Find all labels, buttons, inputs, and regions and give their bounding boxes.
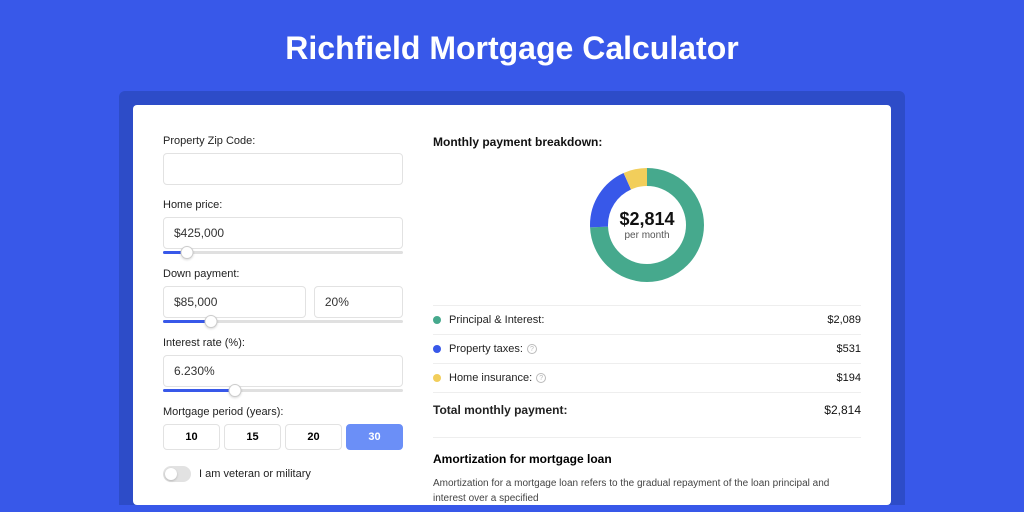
slider-thumb-icon[interactable] xyxy=(205,315,218,328)
legend-label: Home insurance: ? xyxy=(449,372,837,384)
down-payment-label: Down payment: xyxy=(163,268,403,280)
dot-icon xyxy=(433,316,441,324)
legend-value: $194 xyxy=(837,372,861,384)
breakdown-panel: Monthly payment breakdown: $2,814 per mo… xyxy=(433,135,861,505)
interest-field: Interest rate (%): xyxy=(163,337,403,392)
home-price-input[interactable] xyxy=(163,217,403,249)
total-value: $2,814 xyxy=(824,403,861,417)
slider-thumb-icon[interactable] xyxy=(181,246,194,259)
down-payment-input[interactable] xyxy=(163,286,306,318)
period-option-10[interactable]: 10 xyxy=(163,424,220,450)
dot-icon xyxy=(433,374,441,382)
veteran-row: I am veteran or military xyxy=(163,466,403,482)
period-label: Mortgage period (years): xyxy=(163,406,403,418)
zip-label: Property Zip Code: xyxy=(163,135,403,147)
legend-principal: Principal & Interest: $2,089 xyxy=(433,305,861,334)
total-label: Total monthly payment: xyxy=(433,403,824,417)
calculator-card: Property Zip Code: Home price: Down paym… xyxy=(133,105,891,505)
legend-value: $2,089 xyxy=(827,314,861,326)
home-price-field: Home price: xyxy=(163,199,403,254)
legend-label: Property taxes: ? xyxy=(449,343,837,355)
amortization-body: Amortization for a mortgage loan refers … xyxy=(433,476,861,505)
zip-field: Property Zip Code: xyxy=(163,135,403,185)
card-container: Property Zip Code: Home price: Down paym… xyxy=(119,91,905,505)
donut-chart: $2,814 per month xyxy=(433,165,861,285)
legend-text: Home insurance: xyxy=(449,372,532,384)
breakdown-title: Monthly payment breakdown: xyxy=(433,135,861,149)
period-group: 10 15 20 30 xyxy=(163,424,403,450)
home-price-label: Home price: xyxy=(163,199,403,211)
period-option-30[interactable]: 30 xyxy=(346,424,403,450)
form-panel: Property Zip Code: Home price: Down paym… xyxy=(163,135,403,505)
page-title: Richfield Mortgage Calculator xyxy=(0,0,1024,91)
period-option-20[interactable]: 20 xyxy=(285,424,342,450)
interest-slider[interactable] xyxy=(163,389,403,392)
amortization-title: Amortization for mortgage loan xyxy=(433,452,861,466)
down-payment-field: Down payment: xyxy=(163,268,403,323)
info-icon[interactable]: ? xyxy=(536,373,546,383)
slider-thumb-icon[interactable] xyxy=(229,384,242,397)
down-payment-pct-input[interactable] xyxy=(314,286,403,318)
legend-label: Principal & Interest: xyxy=(449,314,827,326)
interest-input[interactable] xyxy=(163,355,403,387)
dot-icon xyxy=(433,345,441,353)
period-field: Mortgage period (years): 10 15 20 30 xyxy=(163,406,403,450)
donut-center-sub: per month xyxy=(624,230,669,241)
interest-label: Interest rate (%): xyxy=(163,337,403,349)
legend-taxes: Property taxes: ? $531 xyxy=(433,334,861,363)
donut-center-value: $2,814 xyxy=(619,209,674,230)
legend-value: $531 xyxy=(837,343,861,355)
veteran-toggle[interactable] xyxy=(163,466,191,482)
down-payment-slider[interactable] xyxy=(163,320,403,323)
toggle-knob-icon xyxy=(165,468,177,480)
legend-text: Property taxes: xyxy=(449,343,523,355)
amortization-section: Amortization for mortgage loan Amortizat… xyxy=(433,437,861,505)
zip-input[interactable] xyxy=(163,153,403,185)
veteran-label: I am veteran or military xyxy=(199,468,311,480)
period-option-15[interactable]: 15 xyxy=(224,424,281,450)
info-icon[interactable]: ? xyxy=(527,344,537,354)
legend-total: Total monthly payment: $2,814 xyxy=(433,392,861,427)
legend-insurance: Home insurance: ? $194 xyxy=(433,363,861,392)
home-price-slider[interactable] xyxy=(163,251,403,254)
